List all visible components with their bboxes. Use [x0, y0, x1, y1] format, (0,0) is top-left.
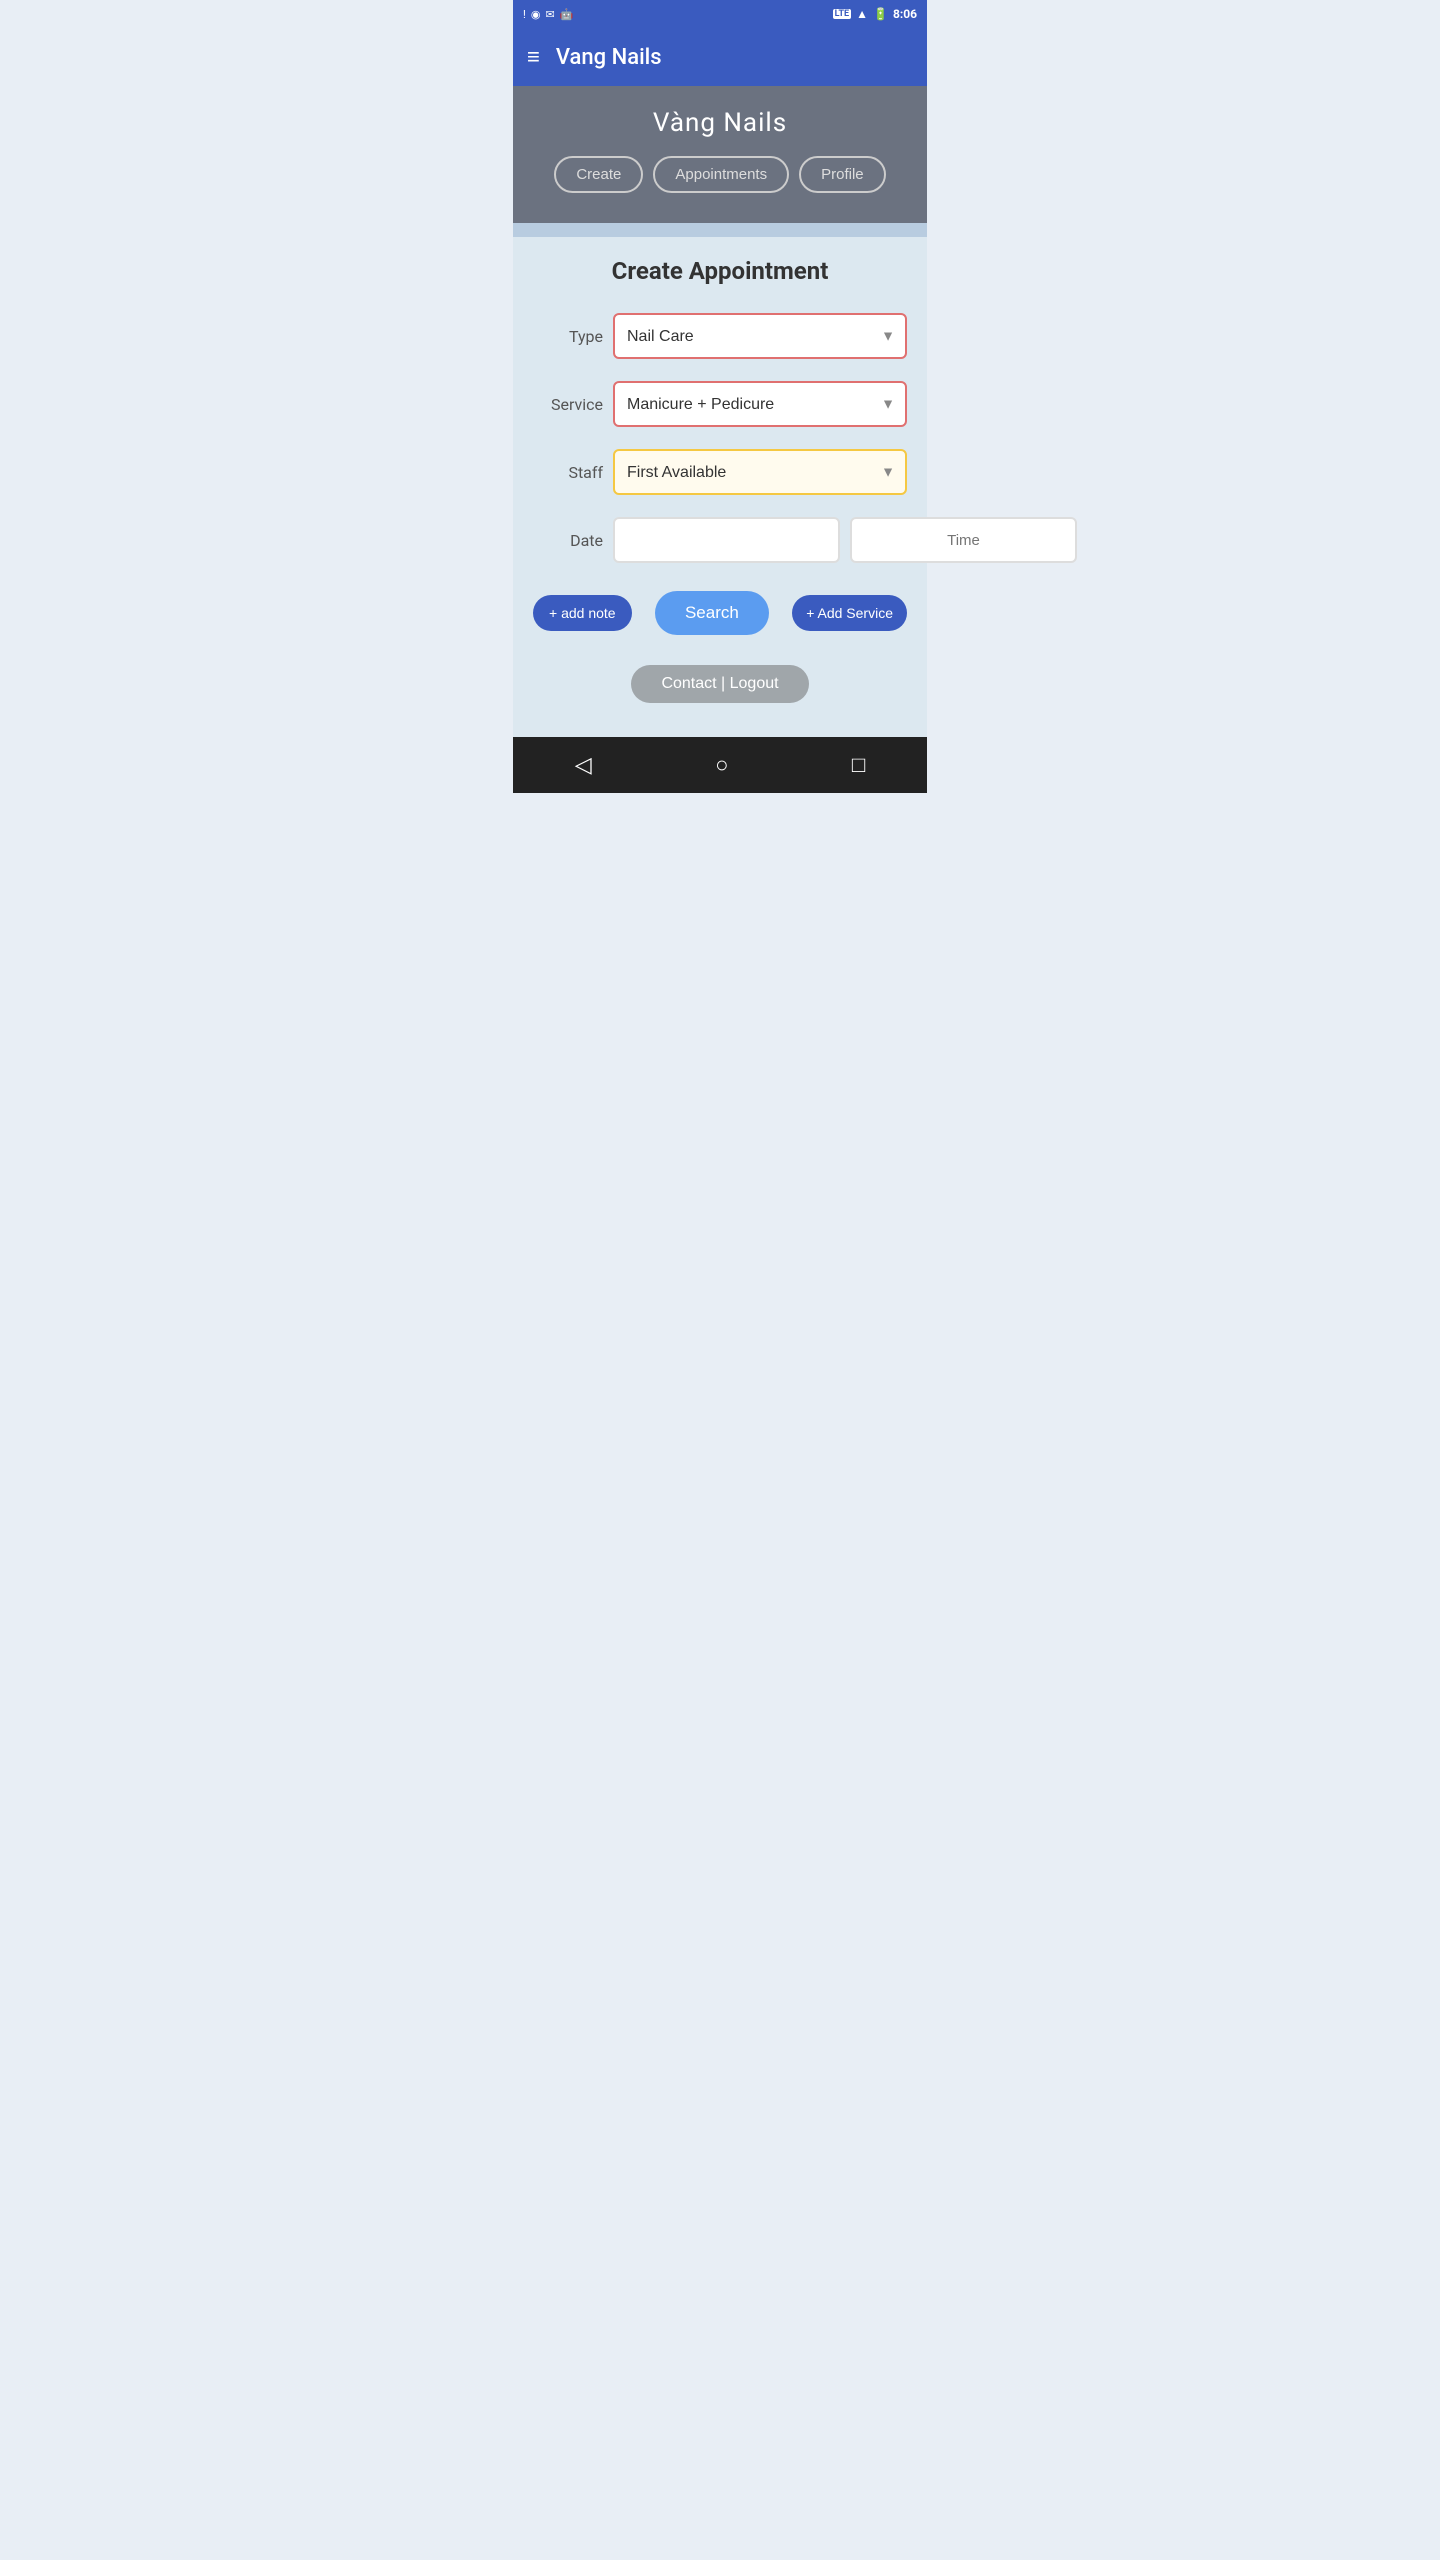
date-label: Date — [533, 531, 603, 550]
action-row: + add note Search + Add Service — [533, 591, 907, 635]
bottom-nav: ◁ ○ □ — [513, 737, 927, 793]
status-bar-left: ! ◉ ✉ 🤖 — [523, 8, 573, 21]
message-icon: ✉ — [545, 8, 554, 21]
clock: 8:06 — [893, 7, 917, 21]
business-name: Vàng Nails — [653, 108, 787, 138]
date-row: Date — [533, 517, 907, 563]
contact-logout-button[interactable]: Contact | Logout — [631, 665, 808, 703]
service-select-wrapper: Manicure + Pedicure Manicure Pedicure ▼ — [613, 381, 907, 427]
app-title: Vang Nails — [556, 45, 662, 70]
section-divider — [513, 223, 927, 237]
profile-button[interactable]: Profile — [799, 156, 886, 193]
notification-icon: ! — [523, 8, 526, 21]
service-row: Service Manicure + Pedicure Manicure Ped… — [533, 381, 907, 427]
type-label: Type — [533, 327, 603, 346]
appointments-button[interactable]: Appointments — [653, 156, 789, 193]
staff-select[interactable]: First Available Staff 1 Staff 2 — [613, 449, 907, 495]
home-button[interactable]: ○ — [715, 752, 728, 778]
hamburger-icon[interactable]: ≡ — [527, 44, 540, 70]
staff-select-wrapper: First Available Staff 1 Staff 2 ▼ — [613, 449, 907, 495]
battery-icon: 🔋 — [873, 7, 888, 21]
add-note-button[interactable]: + add note — [533, 595, 632, 631]
form-title: Create Appointment — [533, 257, 907, 285]
type-select[interactable]: Nail Care Hair Spa — [613, 313, 907, 359]
service-label: Service — [533, 395, 603, 414]
type-row: Type Nail Care Hair Spa ▼ — [533, 313, 907, 359]
recents-button[interactable]: □ — [852, 752, 865, 778]
top-nav: ≡ Vang Nails — [513, 28, 927, 86]
signal-icon: ▲ — [856, 7, 868, 21]
time-input[interactable] — [850, 517, 1077, 563]
footer-links: Contact | Logout — [533, 665, 907, 703]
service-select[interactable]: Manicure + Pedicure Manicure Pedicure — [613, 381, 907, 427]
lte-badge: LTE — [833, 9, 852, 19]
create-button[interactable]: Create — [554, 156, 643, 193]
add-service-button[interactable]: + Add Service — [792, 595, 907, 631]
status-bar-right: LTE ▲ 🔋 8:06 — [833, 7, 917, 21]
back-button[interactable]: ◁ — [575, 753, 592, 778]
header-section: Vàng Nails Create Appointments Profile — [513, 86, 927, 223]
type-select-wrapper: Nail Care Hair Spa ▼ — [613, 313, 907, 359]
date-input[interactable] — [613, 517, 840, 563]
sim-icon: ◉ — [531, 8, 541, 21]
main-content: Create Appointment Type Nail Care Hair S… — [513, 237, 927, 737]
android-icon: 🤖 — [560, 8, 574, 21]
status-bar: ! ◉ ✉ 🤖 LTE ▲ 🔋 8:06 — [513, 0, 927, 28]
staff-label: Staff — [533, 463, 603, 482]
search-button[interactable]: Search — [655, 591, 769, 635]
staff-row: Staff First Available Staff 1 Staff 2 ▼ — [533, 449, 907, 495]
nav-buttons: Create Appointments Profile — [554, 156, 885, 193]
